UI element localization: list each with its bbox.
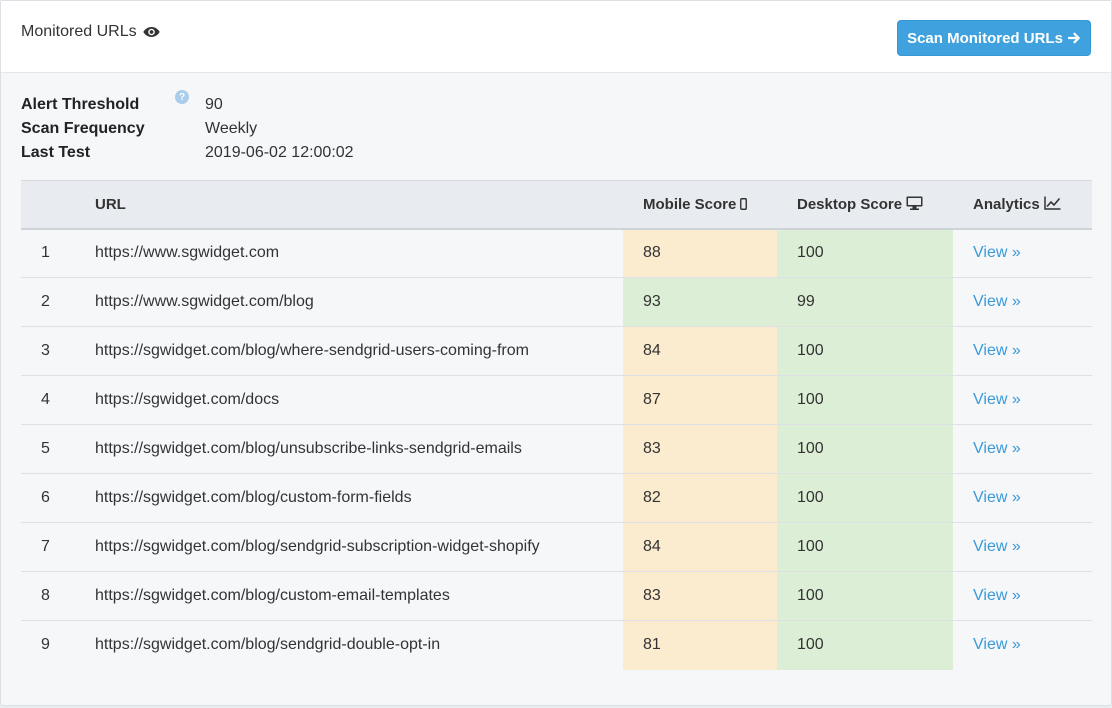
scan-frequency-row: Scan Frequency Weekly (21, 117, 354, 141)
row-number: 6 (21, 473, 95, 523)
table-row: 7 https://sgwidget.com/blog/sendgrid-subs… (21, 522, 1092, 572)
row-desktop-score: 100 (777, 375, 953, 425)
row-number: 4 (21, 375, 95, 425)
row-mobile-score: 81 (623, 620, 777, 670)
row-mobile-score: 83 (623, 424, 777, 474)
row-mobile-score: 83 (623, 571, 777, 621)
row-url: https://sgwidget.com/blog/custom-form-fi… (95, 473, 623, 523)
row-desktop-score: 99 (777, 277, 953, 327)
row-mobile-score: 93 (623, 277, 777, 327)
row-mobile-score: 82 (623, 473, 777, 523)
row-url: https://www.sgwidget.com (95, 228, 623, 278)
table-row: 3 https://sgwidget.com/blog/where-sendgri… (21, 326, 1092, 376)
table-row: 1 https://www.sgwidget.com 88 100 View » (21, 228, 1092, 278)
view-analytics-link[interactable]: View » (973, 440, 1021, 457)
row-number: 8 (21, 571, 95, 621)
table-body: 1 https://www.sgwidget.com 88 100 View » 2 htt… (21, 228, 1092, 670)
question-circle-icon[interactable]: ? (175, 90, 189, 104)
last-test-value: 2019-06-02 12:00:02 (205, 144, 354, 161)
arrow-right-icon (1067, 32, 1080, 44)
row-mobile-score: 84 (623, 326, 777, 376)
row-url: https://sgwidget.com/blog/unsubscribe-li… (95, 424, 623, 474)
row-url: https://sgwidget.com/blog/sendgrid-doubl… (95, 636, 441, 654)
scan-settings: Alert Threshold ? 90 Scan Frequency Week… (21, 90, 354, 165)
table-row: 9 https://sgwidget.com/blog/sendgrid-doub… (21, 620, 1092, 670)
row-desktop-score: 100 (777, 522, 953, 572)
row-analytics: View » (953, 522, 1092, 572)
row-desktop-score: 100 (777, 473, 953, 523)
scan-frequency-label: Scan Frequency (21, 120, 145, 137)
scan-frequency-value: Weekly (205, 120, 258, 137)
view-analytics-link[interactable]: View » (973, 538, 1021, 555)
row-desktop-score: 100 (777, 228, 953, 278)
row-url: https://sgwidget.com/blog/custom-email-t… (95, 571, 623, 621)
line-chart-icon (1043, 196, 1061, 210)
table-header-row: URL Mobile Score Desktop Score Analytics (21, 180, 1092, 230)
panel-header: Monitored URLs Scan Monitored URLs (1, 1, 1111, 73)
table-row: 4 https://sgwidget.com/docs 87 100 View » (21, 375, 1092, 425)
row-url: https://sgwidget.com/blog/sendgrid-subsc… (95, 522, 623, 572)
row-number: 5 (21, 424, 95, 474)
row-url: https://sgwidget.com/blog/where-sendgrid… (95, 326, 623, 376)
row-number: 2 (21, 277, 95, 327)
row-number: 9 (41, 636, 50, 654)
monitored-urls-panel: Monitored URLs Scan Monitored URLs Alert… (0, 0, 1112, 706)
row-desktop-score: 100 (777, 620, 953, 670)
header-number (21, 180, 95, 230)
row-number: 1 (21, 228, 95, 278)
view-analytics-link[interactable]: View » (973, 489, 1021, 506)
last-test-label: Last Test (21, 144, 91, 161)
header-url: URL (95, 180, 623, 230)
row-desktop-score: 100 (777, 571, 953, 621)
row-url: https://sgwidget.com/docs (95, 375, 623, 425)
panel-title-text: Monitored URLs (21, 23, 137, 40)
row-desktop-score: 100 (777, 424, 953, 474)
view-analytics-link[interactable]: View » (973, 244, 1021, 261)
monitored-urls-table: URL Mobile Score Desktop Score Analytics… (21, 180, 1092, 670)
row-number: 7 (21, 522, 95, 572)
row-analytics: View » (953, 375, 1092, 425)
table-row: 5 https://sgwidget.com/blog/unsubscribe-l… (21, 424, 1092, 474)
view-analytics-link[interactable]: View » (973, 391, 1021, 408)
last-test-row: Last Test 2019-06-02 12:00:02 (21, 141, 354, 165)
table-row: 6 https://sgwidget.com/blog/custom-form-f… (21, 473, 1092, 523)
eye-icon (142, 27, 160, 37)
header-desktop-score: Desktop Score (777, 180, 953, 230)
row-analytics: View » (953, 277, 1092, 327)
row-analytics: View » (953, 326, 1092, 376)
row-analytics: View » (953, 228, 1092, 278)
row-analytics: View » (953, 621, 1092, 670)
header-mobile-score: Mobile Score (623, 180, 777, 230)
desktop-icon (906, 196, 923, 210)
table-row: 2 https://www.sgwidget.com/blog 93 99 View » (21, 277, 1092, 327)
view-analytics-link[interactable]: View » (973, 342, 1021, 359)
panel-title: Monitored URLs (21, 23, 160, 41)
view-analytics-link[interactable]: View » (973, 293, 1021, 310)
header-analytics: Analytics (953, 180, 1092, 230)
row-mobile-score: 84 (623, 522, 777, 572)
row-mobile-score: 87 (623, 375, 777, 425)
view-analytics-link[interactable]: View » (973, 587, 1021, 604)
row-desktop-score: 100 (777, 326, 953, 376)
alert-threshold-value: 90 (205, 96, 223, 113)
row-analytics: View » (953, 424, 1092, 474)
row-mobile-score: 88 (623, 228, 777, 278)
scan-button-label: Scan Monitored URLs (907, 29, 1063, 47)
row-analytics: View » (953, 571, 1092, 621)
view-analytics-link[interactable]: View » (973, 636, 1021, 653)
alert-threshold-row: Alert Threshold ? 90 (21, 90, 354, 117)
table-row: 8 https://sgwidget.com/blog/custom-email-… (21, 571, 1092, 621)
scan-monitored-urls-button[interactable]: Scan Monitored URLs (897, 20, 1091, 56)
row-number: 3 (21, 326, 95, 376)
alert-threshold-label: Alert Threshold ? (21, 90, 205, 114)
row-analytics: View » (953, 473, 1092, 523)
row-url: https://www.sgwidget.com/blog (95, 277, 623, 327)
mobile-icon (740, 197, 748, 210)
